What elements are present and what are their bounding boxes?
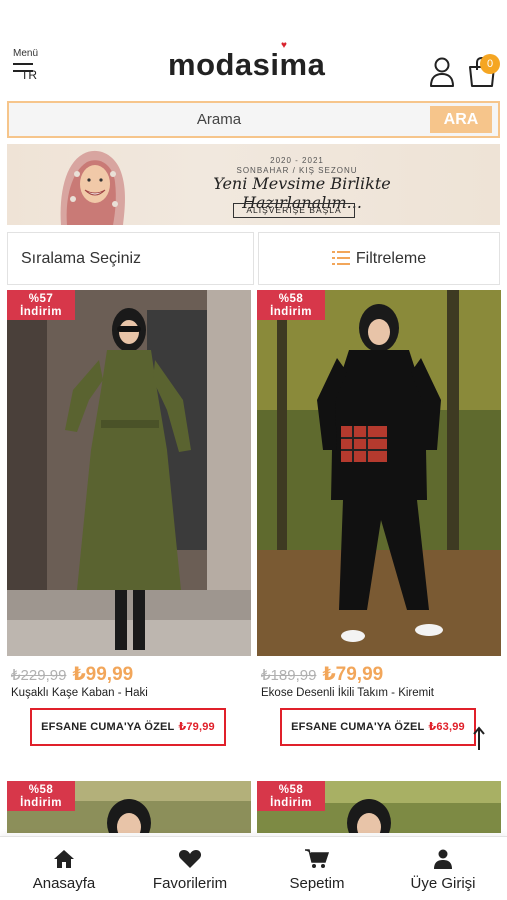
nav-home-label: Anasayfa	[32, 875, 96, 892]
old-price: ₺229,99	[11, 667, 67, 684]
bottom-nav: Anasayfa Favorilerim Sepetim Üye Girişi	[0, 836, 507, 900]
search-button[interactable]: ARA	[430, 106, 492, 133]
product-image[interactable]	[257, 290, 501, 656]
header: Menü TR modasima ♥ 0	[0, 0, 507, 96]
nav-favorites-label: Favorilerim	[152, 875, 228, 892]
promo-box: EFSANE CUMA'YA ÖZEL ₺63,99	[280, 708, 476, 746]
discount-word: İndirim	[270, 797, 312, 809]
banner-years: 2020 - 2021	[270, 156, 324, 165]
discount-percent: %58	[28, 784, 54, 796]
nav-login-label: Üye Girişi	[410, 875, 476, 892]
discount-word: İndirim	[20, 306, 62, 318]
discount-badge: %57 İndirim	[7, 290, 75, 320]
menu-button[interactable]: Menü TR	[10, 46, 50, 86]
nav-home[interactable]: Anasayfa	[14, 837, 114, 900]
promo-box: EFSANE CUMA'YA ÖZEL ₺79,99	[30, 708, 226, 746]
banner-cta-button[interactable]: ALIŞVERİŞE BAŞLA	[233, 203, 355, 218]
discount-percent: %58	[278, 784, 304, 796]
logo-text: modasima	[168, 47, 326, 82]
search-input[interactable]	[9, 103, 429, 136]
heart-icon	[178, 850, 202, 868]
banner-season: 2020 - 2021 SONBAHAR / KIŞ SEZONU	[227, 156, 367, 176]
menu-label: Menü	[13, 48, 39, 59]
new-price: ₺79,99	[322, 664, 384, 685]
discount-badge: %58 İndirim	[257, 290, 325, 320]
promo-label: EFSANE CUMA'YA ÖZEL	[291, 721, 425, 733]
cart-count-badge: 0	[480, 54, 500, 74]
nav-cart-label: Sepetim	[289, 875, 345, 892]
logo-heart-icon: ♥	[281, 40, 288, 51]
filter-button[interactable]: Filtreleme	[258, 232, 500, 285]
site-logo[interactable]: modasima ♥	[168, 40, 326, 83]
nav-favorites[interactable]: Favorilerim	[140, 837, 240, 900]
product-name[interactable]: Ekose Desenli İkili Takım - Kiremit	[261, 687, 434, 699]
discount-badge: %58 İndirim	[7, 781, 75, 811]
discount-percent: %57	[28, 293, 54, 305]
new-price: ₺99,99	[72, 664, 134, 685]
discount-word: İndirim	[20, 797, 62, 809]
nav-cart[interactable]: Sepetim	[267, 837, 367, 900]
nav-login[interactable]: Üye Girişi	[393, 837, 493, 900]
user-icon[interactable]	[429, 57, 455, 87]
product-card[interactable]: %58 İndirim	[7, 781, 251, 833]
product-card[interactable]: %58 İndirim	[257, 781, 501, 833]
discount-percent: %58	[278, 293, 304, 305]
product-image[interactable]	[7, 290, 251, 656]
old-price: ₺189,99	[261, 667, 317, 684]
price-row: ₺189,99 ₺79,99	[261, 663, 383, 686]
discount-badge: %58 İndirim	[257, 781, 325, 811]
sort-label: Sıralama Seçiniz	[21, 250, 142, 267]
sort-button[interactable]: Sıralama Seçiniz	[7, 232, 254, 285]
promo-label: EFSANE CUMA'YA ÖZEL	[41, 721, 175, 733]
user-icon	[434, 849, 452, 869]
product-name[interactable]: Kuşaklı Kaşe Kaban - Haki	[11, 687, 148, 699]
season-banner[interactable]: 2020 - 2021 SONBAHAR / KIŞ SEZONU Yeni M…	[7, 144, 500, 225]
home-icon	[54, 850, 74, 868]
promo-price: ₺63,99	[428, 721, 465, 733]
cart-icon	[305, 849, 329, 868]
filter-list-icon	[331, 251, 350, 265]
search-bar: ARA	[7, 101, 500, 138]
banner-model-image	[60, 150, 125, 225]
language-label[interactable]: TR	[13, 68, 37, 82]
price-row: ₺229,99 ₺99,99	[11, 663, 133, 686]
filter-label: Filtreleme	[355, 250, 427, 267]
promo-price: ₺79,99	[178, 721, 215, 733]
scroll-top-arrow-icon[interactable]	[471, 726, 487, 752]
discount-word: İndirim	[270, 306, 312, 318]
